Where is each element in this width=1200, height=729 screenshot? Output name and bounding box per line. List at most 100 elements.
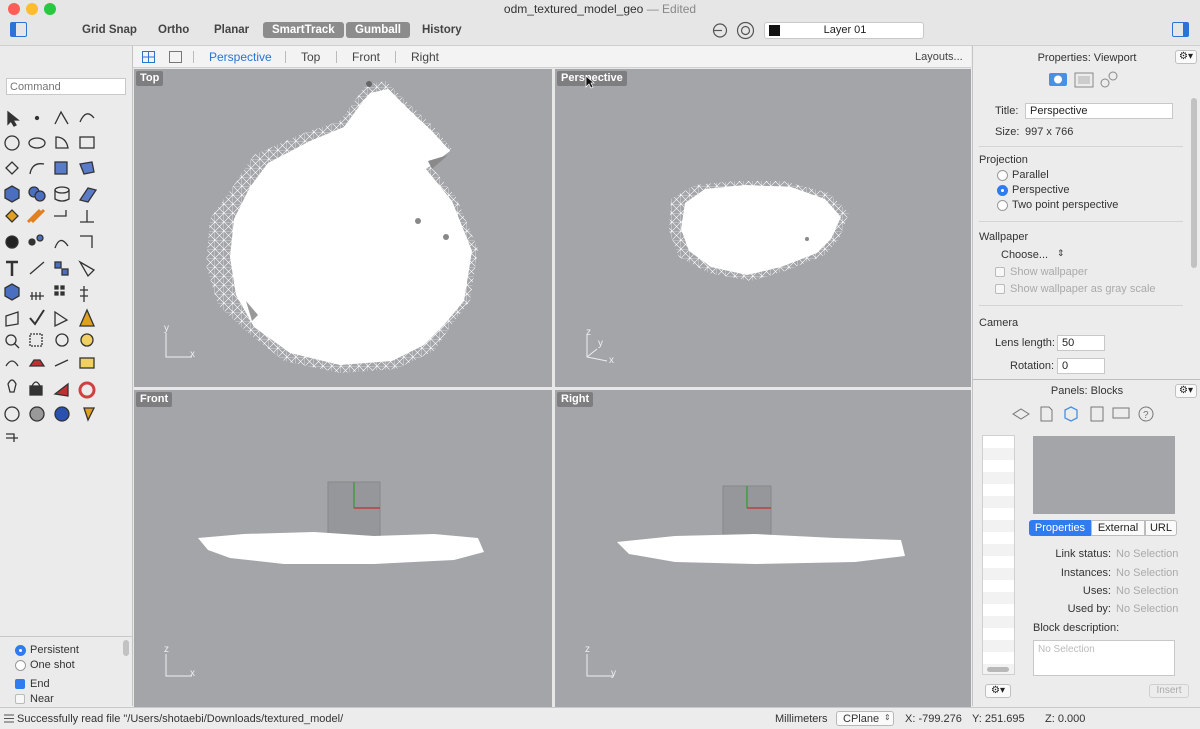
rotation-field[interactable]: 0 xyxy=(1057,358,1105,374)
properties-header: Properties: Viewport xyxy=(1037,52,1137,64)
right-axis-icon xyxy=(586,654,613,677)
used-by-label: Used by: xyxy=(1067,603,1111,615)
blocks-list[interactable] xyxy=(982,435,1015,675)
layer-selector[interactable]: Layer 01 xyxy=(764,22,924,39)
zoom-window-icon xyxy=(29,333,43,347)
blocks-tab-external[interactable]: External xyxy=(1091,520,1145,536)
polyline-tool-icon xyxy=(54,110,69,125)
two-point-radio[interactable] xyxy=(997,200,1008,211)
ortho-button[interactable]: Ortho xyxy=(158,22,189,38)
status-message: Successfully read file "/Users/shotaebi/… xyxy=(17,713,344,725)
tab-right[interactable]: Right xyxy=(411,50,439,64)
units-display[interactable]: Millimeters xyxy=(775,713,828,725)
smarttrack-button[interactable]: SmartTrack xyxy=(263,22,344,38)
gumball-button[interactable]: Gumball xyxy=(346,22,411,38)
size-label: Size: xyxy=(995,126,1020,138)
zoom-tool-icon xyxy=(13,342,20,349)
rectangle-tool-icon xyxy=(79,136,95,149)
osnap-target-icon[interactable] xyxy=(736,21,755,40)
insert-button[interactable]: Insert xyxy=(1149,684,1189,698)
properties-scrollbar[interactable] xyxy=(1191,98,1197,268)
ellipse-tool-icon xyxy=(28,137,46,149)
right-panel-toggle-icon[interactable] xyxy=(1172,22,1189,37)
blocks-tab-properties[interactable]: Properties xyxy=(1029,520,1091,536)
command-input[interactable] xyxy=(6,78,126,95)
block-preview xyxy=(1033,436,1175,514)
title-label: Title: xyxy=(995,105,1019,117)
solid-tool-icon xyxy=(4,283,20,301)
persistent-radio[interactable] xyxy=(15,645,26,656)
blocks-list-scrollbar[interactable] xyxy=(987,667,1009,672)
boolean-tool-icon xyxy=(34,190,46,202)
osnap-divider xyxy=(0,636,133,637)
lens-length-field[interactable]: 50 xyxy=(1057,335,1105,351)
surface-edge-tool-icon xyxy=(79,161,95,175)
notes-tab-icon xyxy=(1090,406,1104,422)
analyze-tool-icon xyxy=(5,235,19,249)
top-viewport-label: Top xyxy=(136,71,164,86)
history-button[interactable]: History xyxy=(422,22,462,38)
link-tab-icon xyxy=(1100,78,1110,88)
single-viewport-icon[interactable] xyxy=(169,51,182,63)
filter-icon[interactable] xyxy=(711,22,729,39)
zoom-selected-icon xyxy=(80,333,94,347)
menu-lines-icon[interactable] xyxy=(4,714,14,723)
mesh-tool-icon xyxy=(5,209,19,223)
wallpaper-heading: Wallpaper xyxy=(979,231,1029,243)
flow-tool-icon xyxy=(78,260,96,278)
top-viewport[interactable]: Top y x xyxy=(134,69,552,387)
show-gray-checkbox[interactable] xyxy=(995,284,1005,294)
four-viewport-icon[interactable] xyxy=(142,51,155,63)
perspective-viewport[interactable]: Perspective z y x xyxy=(555,69,971,387)
top-axis-x: x xyxy=(190,349,195,360)
layouts-button[interactable]: Layouts... xyxy=(915,51,963,63)
tab-top[interactable]: Top xyxy=(301,50,320,64)
grid-snap-button[interactable]: Grid Snap xyxy=(82,22,137,38)
dimension-tool-icon xyxy=(54,210,67,217)
blocks-tab-url[interactable]: URL xyxy=(1145,520,1177,536)
tab-perspective[interactable]: Perspective xyxy=(209,50,272,64)
window-title-suffix: — Edited xyxy=(646,2,697,16)
front-viewport[interactable]: Front z x xyxy=(134,390,552,707)
instances-label: Instances: xyxy=(1060,567,1111,579)
tab-separator xyxy=(336,51,337,63)
wireframe-sphere-icon xyxy=(4,406,20,422)
front-axis-x: x xyxy=(190,668,195,679)
rotation-label: Rotation: xyxy=(1010,360,1055,372)
color-wheel-icon xyxy=(78,381,96,399)
blocks-gear-icon[interactable]: ⚙▾ xyxy=(1175,384,1197,398)
sidebar-toggle-icon[interactable] xyxy=(10,22,27,37)
properties-gear-icon[interactable]: ⚙▾ xyxy=(1175,50,1197,64)
osnap-scrollbar[interactable] xyxy=(123,640,129,656)
right-viewport[interactable]: Right z y xyxy=(555,390,971,707)
blocks-options-gear-icon[interactable]: ⚙▾ xyxy=(985,684,1011,698)
front-viewport-label: Front xyxy=(136,392,173,407)
near-checkbox[interactable] xyxy=(15,694,25,704)
title-field[interactable]: Perspective xyxy=(1025,103,1173,119)
chevron-updown-icon: ⇕ xyxy=(1057,248,1065,258)
parallel-radio[interactable] xyxy=(997,170,1008,181)
text-tool-icon xyxy=(6,260,18,276)
instances-value: No Selection xyxy=(1116,567,1179,579)
near-label: Near xyxy=(30,693,54,705)
plane-tool-icon xyxy=(78,187,98,203)
title-bar: odm_textured_model_geo — Edited Grid Sna… xyxy=(0,0,1200,46)
wallpaper-choose-dropdown[interactable]: Choose... xyxy=(1001,249,1048,261)
block-description-field[interactable]: No Selection xyxy=(1033,640,1175,676)
panel-divider xyxy=(973,379,1200,380)
perspective-axis-x: x xyxy=(609,355,614,366)
shaded-sphere-icon xyxy=(29,406,45,422)
curve-tool-icon xyxy=(79,113,95,123)
cplane-dropdown[interactable]: CPlane ⇕ xyxy=(836,711,894,726)
show-wallpaper-checkbox[interactable] xyxy=(995,267,1005,277)
one-shot-radio[interactable] xyxy=(15,660,26,671)
cone-tool-icon xyxy=(83,407,96,422)
perspective-radio[interactable] xyxy=(997,185,1008,196)
layer-color-swatch xyxy=(769,25,780,36)
status-bar: Successfully read file "/Users/shotaebi/… xyxy=(0,707,1200,729)
end-checkbox[interactable] xyxy=(15,679,25,689)
planar-button[interactable]: Planar xyxy=(214,22,249,38)
y-coordinate: Y: 251.695 xyxy=(972,713,1025,725)
tab-front[interactable]: Front xyxy=(352,50,380,64)
array-tool-icon xyxy=(54,285,65,296)
